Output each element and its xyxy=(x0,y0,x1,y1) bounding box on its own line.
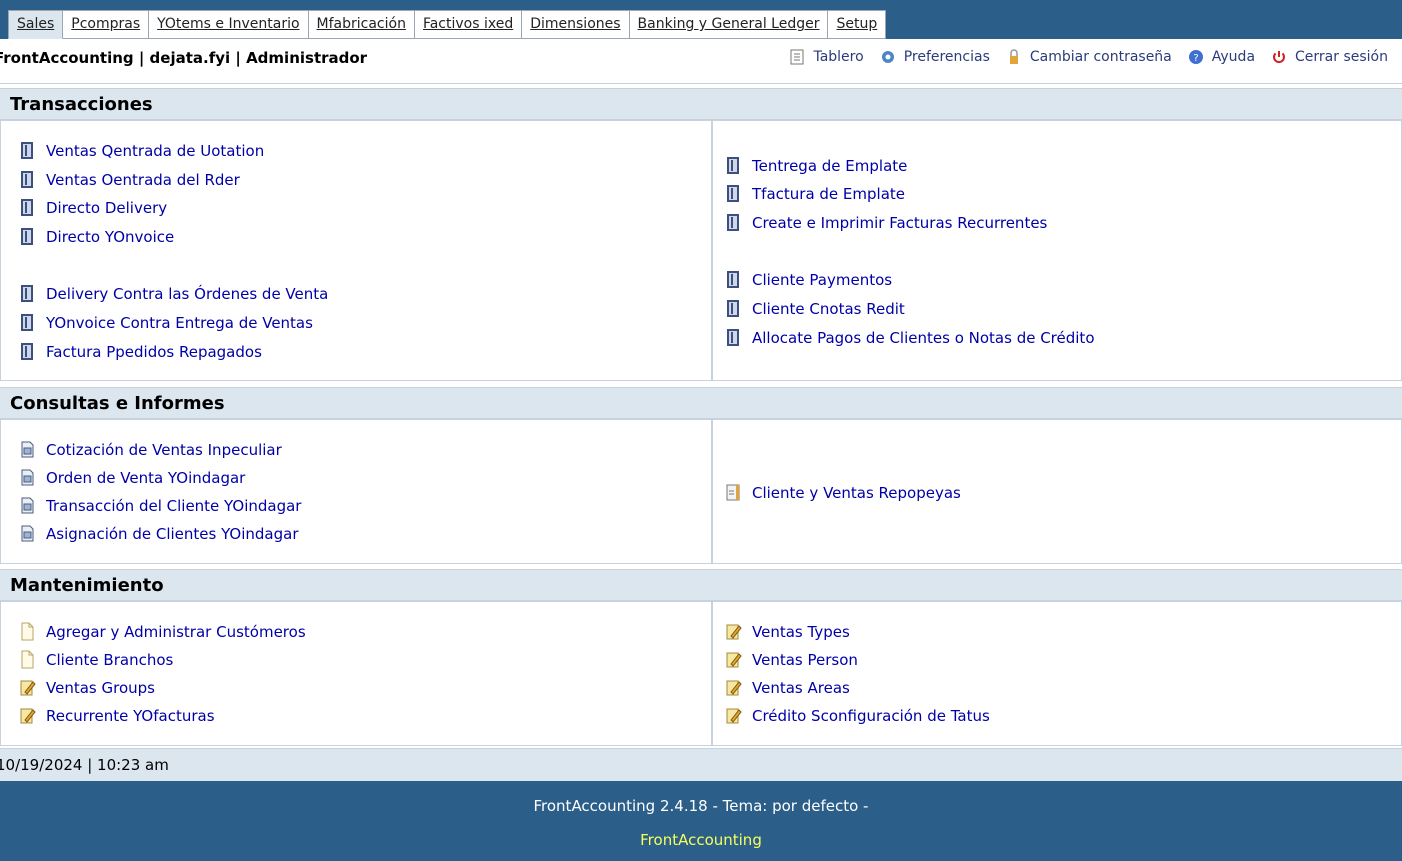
link-invoice-against-delivery[interactable]: YOnvoice Contra Entrega de Ventas xyxy=(19,313,313,332)
help-icon: ? xyxy=(1188,50,1203,64)
header-bar: FrontAccounting | dejata.fyi | Administr… xyxy=(0,39,1402,84)
binder-icon xyxy=(21,228,33,245)
link-manage-customers[interactable]: Agregar y Administrar Custómeros xyxy=(19,622,306,641)
link-sales-areas[interactable]: Ventas Areas xyxy=(725,678,850,697)
link-customer-credit-notes[interactable]: Cliente Cnotas Redit xyxy=(725,299,905,318)
power-icon xyxy=(1273,51,1286,63)
binder-icon xyxy=(21,171,33,188)
preferences-link[interactable]: Preferencias xyxy=(880,49,990,65)
notepad-pencil-icon xyxy=(726,680,742,696)
binder-icon xyxy=(727,157,739,174)
binder-icon xyxy=(727,300,739,317)
link-template-invoice[interactable]: Tfactura de Emplate xyxy=(725,184,905,203)
tab-manufacturing[interactable]: Mfabricación xyxy=(308,10,415,39)
consultas-left-panel: Cotización de Ventas Inpeculiar Orden de… xyxy=(0,419,712,564)
link-sales-types[interactable]: Ventas Types xyxy=(725,622,850,641)
link-quotation-inquiry[interactable]: Cotización de Ventas Inpeculiar xyxy=(19,440,282,459)
tab-purchases[interactable]: Pcompras xyxy=(63,10,150,39)
document-icon xyxy=(21,650,34,669)
section-header-transacciones: Transacciones xyxy=(0,88,1402,120)
footer: FrontAccounting 2.4.18 - Tema: por defec… xyxy=(0,781,1402,861)
link-recurrent-invoices-setup[interactable]: Recurrente YOfacturas xyxy=(19,706,215,725)
footer-version: FrontAccounting 2.4.18 - Tema: por defec… xyxy=(533,797,869,815)
transacciones-right-panel: Tentrega de Emplate Tfactura de Emplate … xyxy=(712,120,1402,381)
link-quotation-entry[interactable]: Ventas Qentrada de Uotation xyxy=(19,141,264,160)
report-icon xyxy=(21,469,34,486)
logout-link[interactable]: Cerrar sesión xyxy=(1271,49,1388,65)
tab-fixed-assets[interactable]: Factivos ixed xyxy=(414,10,523,39)
notepad-pencil-icon xyxy=(726,624,742,640)
link-delivery-against-orders[interactable]: Delivery Contra las Órdenes de Venta xyxy=(19,284,328,303)
section-header-mantenimiento: Mantenimiento xyxy=(0,569,1402,601)
report-icon xyxy=(21,497,34,514)
company-user-line: FrontAccounting | dejata.fyi | Administr… xyxy=(0,49,368,67)
link-allocation-inquiry[interactable]: Asignación de Clientes YOindagar xyxy=(19,524,299,543)
change-password-link[interactable]: Cambiar contraseña xyxy=(1006,49,1172,65)
notepad-pencil-icon xyxy=(726,708,742,724)
binder-icon xyxy=(727,329,739,346)
link-credit-status-setup[interactable]: Crédito Sconfiguración de Tatus xyxy=(725,706,990,725)
report-icon xyxy=(21,525,34,542)
tab-banking-gl[interactable]: Banking y General Ledger xyxy=(629,10,829,39)
dashboard-icon xyxy=(790,49,804,65)
link-order-inquiry[interactable]: Orden de Venta YOindagar xyxy=(19,468,245,487)
link-customer-payments[interactable]: Cliente Paymentos xyxy=(725,270,892,289)
link-direct-invoice[interactable]: Directo YOnvoice xyxy=(19,227,174,246)
link-template-delivery[interactable]: Tentrega de Emplate xyxy=(725,156,907,175)
link-customer-sales-reports[interactable]: Cliente y Ventas Repopeyas xyxy=(725,483,961,502)
dashboard-link[interactable]: Tablero xyxy=(789,49,864,65)
link-order-entry[interactable]: Ventas Oentrada del Rder xyxy=(19,170,240,189)
help-link[interactable]: ? Ayuda xyxy=(1188,49,1255,65)
section-header-consultas: Consultas e Informes xyxy=(0,387,1402,419)
binder-icon xyxy=(727,271,739,288)
lock-icon xyxy=(1009,49,1018,64)
binder-icon xyxy=(727,185,739,202)
notepad-pencil-icon xyxy=(20,708,36,724)
datetime-text: 10/19/2024 | 10:23 am xyxy=(0,756,169,774)
tab-sales[interactable]: Sales xyxy=(8,10,64,39)
module-tab-bar: Sales Pcompras YOtems e Inventario Mfabr… xyxy=(0,0,1402,39)
notepad-pencil-icon xyxy=(726,652,742,668)
svg-text:?: ? xyxy=(1193,53,1198,64)
link-sales-groups[interactable]: Ventas Groups xyxy=(19,678,155,697)
binder-icon xyxy=(21,199,33,216)
footer-link[interactable]: FrontAccounting xyxy=(0,831,1402,849)
binder-icon xyxy=(727,214,739,231)
mantenimiento-left-panel: Agregar y Administrar Custómeros Cliente… xyxy=(0,601,712,746)
link-recurrent-invoices[interactable]: Create e Imprimir Facturas Recurrentes xyxy=(725,213,1047,232)
notepad-pencil-icon xyxy=(20,680,36,696)
binder-icon xyxy=(21,343,33,360)
tab-items-inventory[interactable]: YOtems e Inventario xyxy=(149,10,309,39)
link-transaction-inquiry[interactable]: Transacción del Cliente YOindagar xyxy=(19,496,301,515)
mantenimiento-right-panel: Ventas Types Ventas Person Ventas Areas … xyxy=(712,601,1402,746)
gear-icon xyxy=(881,51,894,63)
binder-icon xyxy=(21,142,33,159)
link-customer-branches[interactable]: Cliente Branchos xyxy=(19,650,173,669)
link-allocate-payments[interactable]: Allocate Pagos de Clientes o Notas de Cr… xyxy=(725,328,1095,347)
tab-setup[interactable]: Setup xyxy=(828,10,887,39)
binder-icon xyxy=(21,314,33,331)
consultas-right-panel: Cliente y Ventas Repopeyas xyxy=(712,419,1402,564)
report-icon xyxy=(726,484,740,501)
report-icon xyxy=(21,441,34,458)
datetime-bar: 10/19/2024 | 10:23 am xyxy=(0,748,1402,781)
transacciones-left-panel: Ventas Qentrada de Uotation Ventas Oentr… xyxy=(0,120,712,381)
link-invoice-prepaid-orders[interactable]: Factura Ppedidos Repagados xyxy=(19,342,262,361)
link-sales-persons[interactable]: Ventas Person xyxy=(725,650,858,669)
tab-dimensions[interactable]: Dimensiones xyxy=(522,10,630,39)
binder-icon xyxy=(21,285,33,302)
document-icon xyxy=(21,622,34,641)
link-direct-delivery[interactable]: Directo Delivery xyxy=(19,198,167,217)
